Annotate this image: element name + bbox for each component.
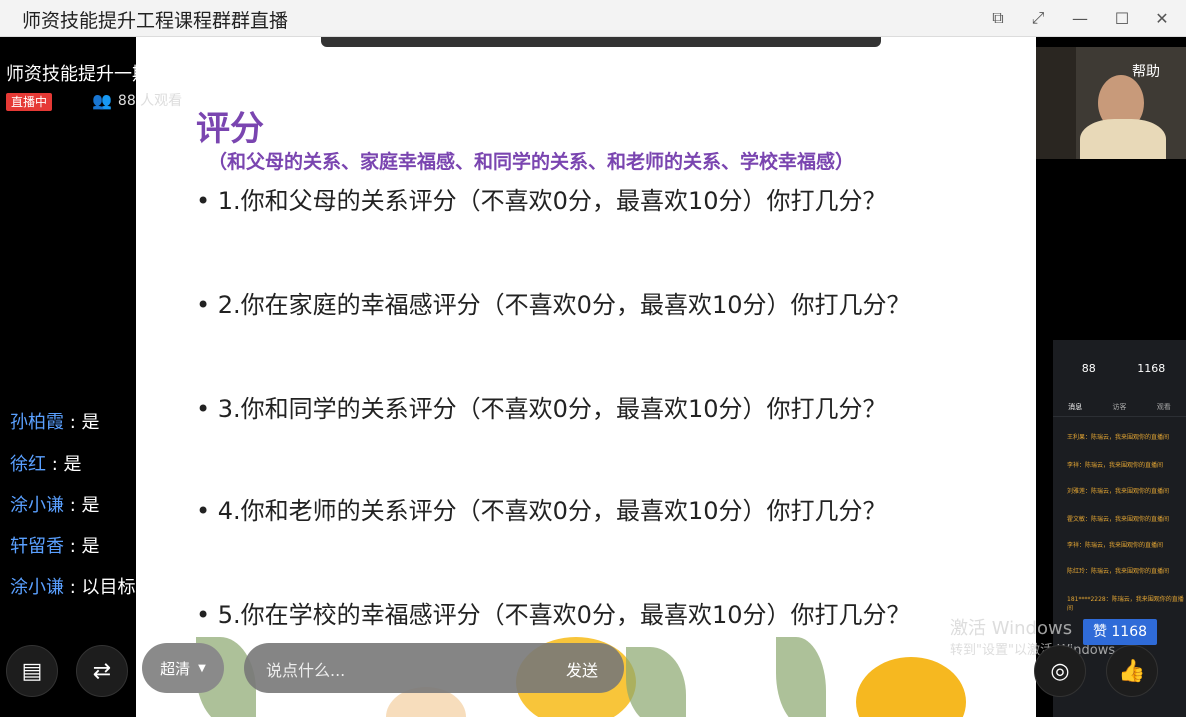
maximize-button[interactable]: ☐ [1106, 4, 1138, 32]
live-badge: 直播中 [6, 93, 52, 111]
panel-message: 霍文敏：陈瑞云，我来围观你的直播间 [1067, 516, 1170, 523]
viewer-count: 👥 88 人观看 [92, 90, 182, 110]
quality-selector[interactable]: 超清 ▼ [142, 643, 224, 693]
chat-message: 轩留香 : 是 [10, 532, 100, 558]
chat-text: : 是 [46, 454, 82, 475]
close-button[interactable]: ✕ [1146, 4, 1178, 32]
chat-user: 涂小谦 [10, 495, 64, 516]
chat-message: 徐红 : 是 [10, 450, 82, 476]
chat-toggle-button[interactable]: ◎ [1034, 645, 1086, 697]
panel-tab[interactable]: 访客 [1112, 402, 1126, 412]
bookshelf [1036, 47, 1076, 159]
slide-heading: 评分 [196, 109, 264, 149]
stat-likes: 1168 [1137, 362, 1165, 375]
panel-message: 181****2228：陈瑞云，我来围观你的直播间 [1067, 596, 1184, 612]
question-1: • 1.你和父母的关系评分（不喜欢0分，最喜欢10分）你打几分？ [196, 187, 887, 215]
question-2: • 2.你在家庭的幸福感评分（不喜欢0分，最喜欢10分）你打几分？ [196, 291, 911, 319]
caret-down-icon: ▼ [198, 662, 206, 674]
live-title: 师资技能提升一期班：中小学生团体心理普查及档案的建立 [6, 64, 474, 85]
leaf-decoration [776, 637, 826, 717]
chat-message: 孙柏霞 : 是 [10, 408, 100, 434]
panel-message: 刘雅莲：陈瑞云，我来围观你的直播间 [1067, 488, 1170, 495]
panel-stats: 88 1168 [1061, 362, 1186, 375]
notes-icon: ▤ [21, 658, 43, 684]
chat-message: 涂小谦 : 是 [10, 491, 100, 517]
slide-subheading: （和父母的关系、家庭幸福感、和同学的关系、和老师的关系、学校幸福感） [208, 151, 855, 173]
panel-tab[interactable]: 消息 [1068, 402, 1082, 412]
people-icon: 👥 [92, 90, 112, 110]
like-button[interactable]: 👍 [1106, 645, 1158, 697]
stat-views-value: 88 [1081, 362, 1096, 375]
question-4: • 4.你和老师的关系评分（不喜欢0分，最喜欢10分）你打几分？ [196, 497, 887, 525]
stat-views: 88 [1082, 362, 1096, 375]
question-3: • 3.你和同学的关系评分（不喜欢0分，最喜欢10分）你打几分？ [196, 395, 887, 423]
panel-tab[interactable]: 观看 [1157, 402, 1171, 412]
flower-decoration [856, 657, 966, 717]
teacher-body [1080, 119, 1166, 159]
chat-text: : 是 [64, 536, 100, 557]
share-icon: ⇄ [92, 658, 112, 684]
chat-text: : 是 [64, 412, 100, 433]
thumbs-up-icon: 👍 [1118, 658, 1146, 684]
presentation-slide: 评分 （和父母的关系、家庭幸福感、和同学的关系、和老师的关系、学校幸福感） • … [136, 37, 1036, 717]
notes-button[interactable]: ▤ [6, 645, 58, 697]
slide-toolbar [321, 37, 881, 47]
window-titlebar: 师资技能提升工程课程群群直播 ⧉ ⤢ — ☐ ✕ [0, 0, 1186, 37]
chat-text: : 是 [64, 495, 100, 516]
chat-input-placeholder: 说点什么... [266, 661, 346, 680]
panel-message: 李祥：陈瑞云，我来围观你的直播间 [1067, 542, 1164, 549]
chat-user: 轩留香 [10, 536, 64, 557]
pip-toggle-icon[interactable]: ⧉ [982, 4, 1014, 32]
chat-message: 涂小谦 : 以目标为导向 [10, 573, 190, 599]
viewer-count-text: 88 人观看 [117, 93, 183, 109]
quality-label: 超清 [160, 659, 191, 678]
help-label[interactable]: 帮助 [1132, 61, 1160, 81]
panel-message: 王利果：陈瑞云，我来围观你的直播间 [1067, 434, 1170, 441]
teacher-camera: 帮助 [1036, 47, 1186, 159]
question-5: • 5.你在学校的幸福感评分（不喜欢0分，最喜欢10分）你打几分？ [196, 601, 911, 629]
chat-text: : 以目标为导向 [64, 577, 190, 598]
share-button[interactable]: ⇄ [76, 645, 128, 697]
send-button[interactable]: 发送 [566, 657, 598, 681]
activation-watermark: 激活 Windows [950, 618, 1073, 639]
stat-likes-value: 1168 [1137, 362, 1166, 375]
panel-tabs: 消息 访客 观看 [1053, 402, 1186, 417]
panel-message: 李祥：陈瑞云，我来围观你的直播间 [1067, 462, 1164, 469]
chat-user: 涂小谦 [10, 577, 64, 598]
window-title: 师资技能提升工程课程群群直播 [22, 10, 289, 32]
panel-message: 陈红玲：陈瑞云，我来围观你的直播间 [1067, 568, 1170, 575]
fullscreen-icon[interactable]: ⤢ [1022, 4, 1054, 32]
like-count-badge: 赞 1168 [1083, 619, 1157, 645]
leaf-decoration [626, 647, 686, 717]
minimize-button[interactable]: — [1064, 4, 1096, 32]
chat-user: 徐红 [10, 454, 46, 475]
chat-bubbles-icon: ◎ [1050, 658, 1070, 684]
chat-user: 孙柏霞 [10, 412, 64, 433]
chat-input[interactable]: 说点什么... 发送 [244, 643, 624, 693]
